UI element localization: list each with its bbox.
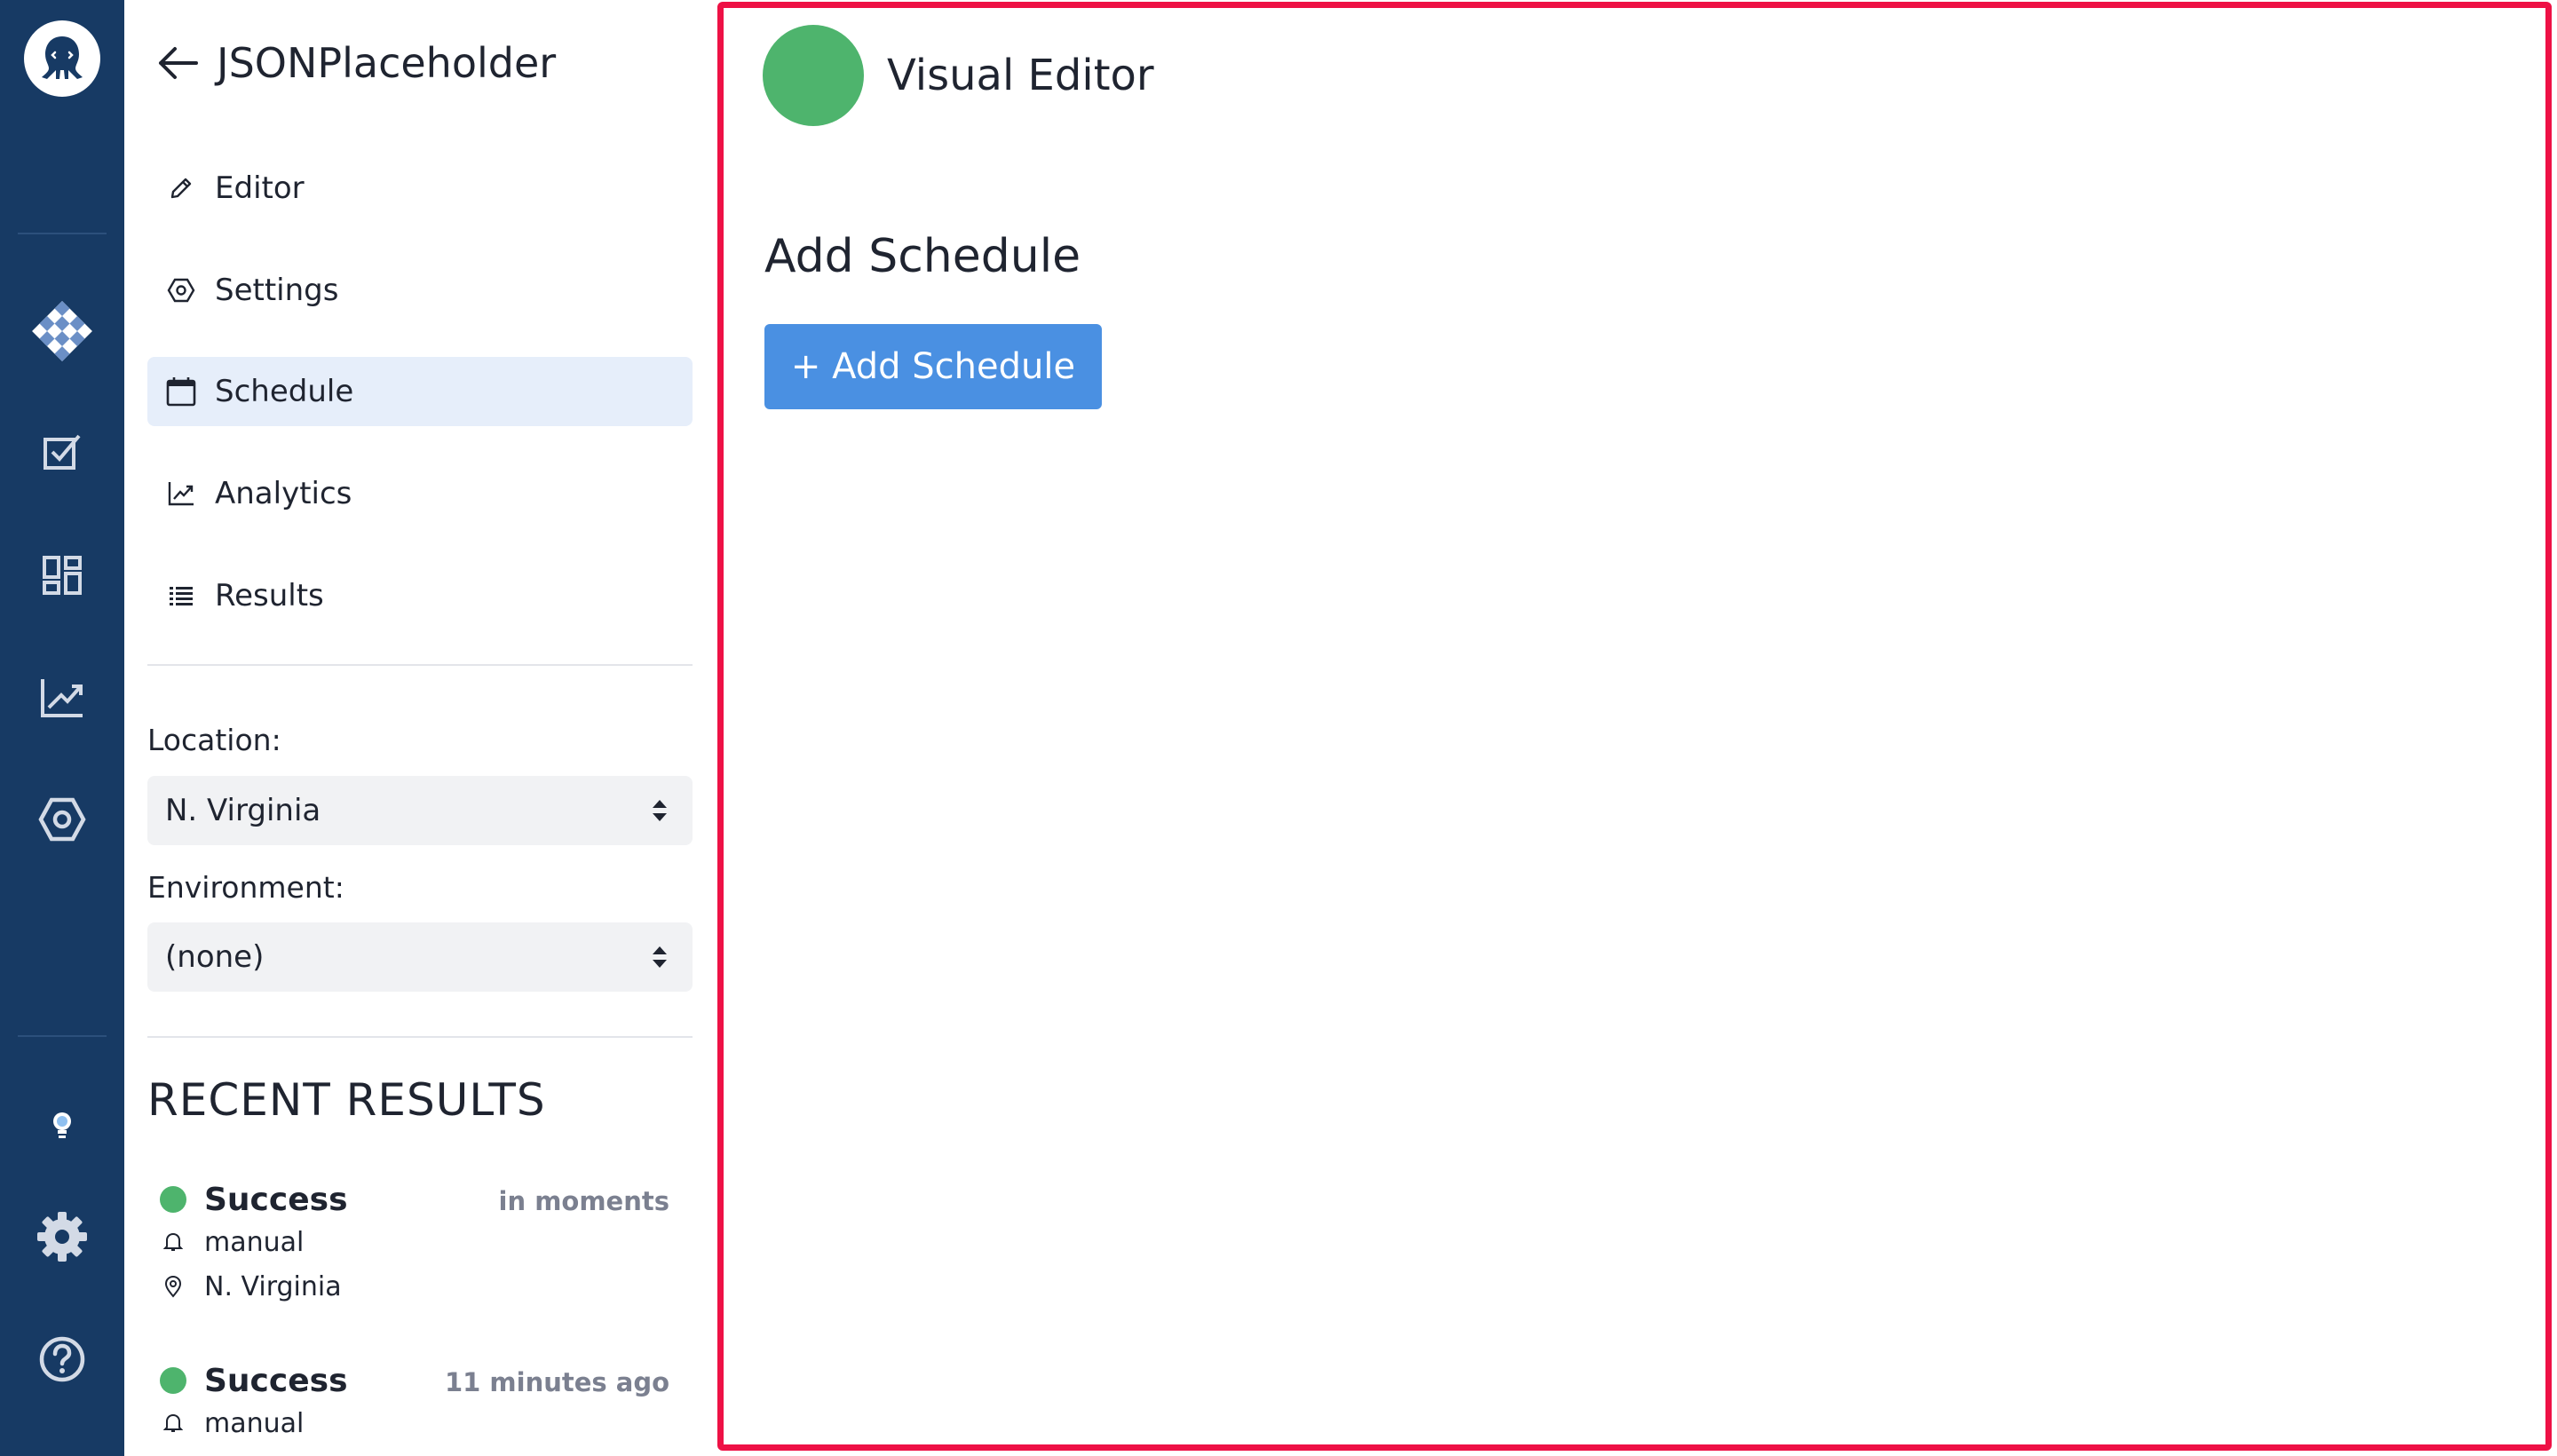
editor-title: Visual Editor [887,51,1154,100]
octopus-logo-icon [24,20,100,97]
back-arrow-icon[interactable] [151,36,204,90]
rail-item-tips[interactable] [0,1110,124,1142]
app-logo[interactable] [0,20,124,98]
sidebar-divider [147,1036,693,1038]
nav-item-settings[interactable]: Settings [147,256,693,325]
location-label: Location: [147,723,281,757]
editor-status-avatar [763,25,864,126]
project-sidebar: JSONPlaceholder Editor Settings Schedule… [124,0,717,1456]
rail-item-workspace[interactable] [0,293,124,369]
section-title: Add Schedule [764,230,1081,283]
help-circle-icon [39,1336,85,1382]
lightbulb-icon [53,1112,71,1138]
result-item[interactable]: Success in moments manual N. Virginia [160,1179,693,1309]
visual-editor-panel: Visual Editor Add Schedule + Add Schedul… [717,2,2552,1451]
environment-value: (none) [165,939,265,975]
location-select[interactable]: N. Virginia [147,776,693,845]
environment-select[interactable]: (none) [147,922,693,992]
calendar-icon [163,374,199,409]
status-dot [160,1367,186,1394]
result-status: Success [204,1181,348,1218]
checkbox-icon [44,434,81,470]
app-rail [0,0,124,1456]
hexagon-gear-icon [38,797,86,842]
rail-item-account-settings[interactable] [0,1206,124,1268]
nav-label: Editor [215,170,305,206]
rail-item-checks[interactable] [0,426,124,479]
result-trigger: manual [204,1407,305,1439]
gear-icon [37,1212,87,1262]
project-header: JSONPlaceholder [151,32,556,94]
rail-divider [18,1035,107,1037]
status-dot [160,1186,186,1213]
nav-label: Settings [215,273,339,308]
rail-item-help[interactable] [0,1330,124,1389]
add-schedule-button[interactable]: + Add Schedule [764,324,1102,409]
nav-label: Results [215,578,324,613]
editor-header: Visual Editor [763,24,1154,127]
nav-label: Analytics [215,476,352,511]
select-arrows-icon [653,946,667,968]
bell-icon [160,1229,186,1255]
result-item[interactable]: Success 11 minutes ago manual [160,1360,693,1445]
pencil-icon [163,170,199,206]
environment-label: Environment: [147,870,344,905]
location-pin-icon [160,1273,186,1300]
bell-icon [160,1410,186,1436]
list-icon [163,578,199,613]
result-time: 11 minutes ago [444,1367,669,1397]
hexagon-gear-icon [163,273,199,308]
nav-item-results[interactable]: Results [147,561,693,630]
rail-divider [18,233,107,234]
nav-item-editor[interactable]: Editor [147,154,693,223]
result-status: Success [204,1362,348,1399]
rail-item-settings[interactable] [0,792,124,847]
nav-item-analytics[interactable]: Analytics [147,459,693,528]
recent-results-title: RECENT RESULTS [147,1074,546,1126]
nav-label: Schedule [215,374,354,409]
chart-line-icon [163,476,199,511]
nav-item-schedule[interactable]: Schedule [147,357,693,426]
checkerboard-logo-icon [32,301,92,361]
rail-item-analytics[interactable] [0,671,124,724]
location-value: N. Virginia [165,793,321,828]
result-trigger: manual [204,1226,305,1258]
sidebar-divider [147,664,693,666]
chart-line-icon [41,679,83,717]
rail-item-dashboards[interactable] [0,549,124,602]
dashboard-icon [43,556,82,595]
result-location: N. Virginia [204,1270,342,1302]
project-title: JSONPlaceholder [217,39,557,87]
select-arrows-icon [653,800,667,821]
result-time: in moments [498,1186,669,1216]
